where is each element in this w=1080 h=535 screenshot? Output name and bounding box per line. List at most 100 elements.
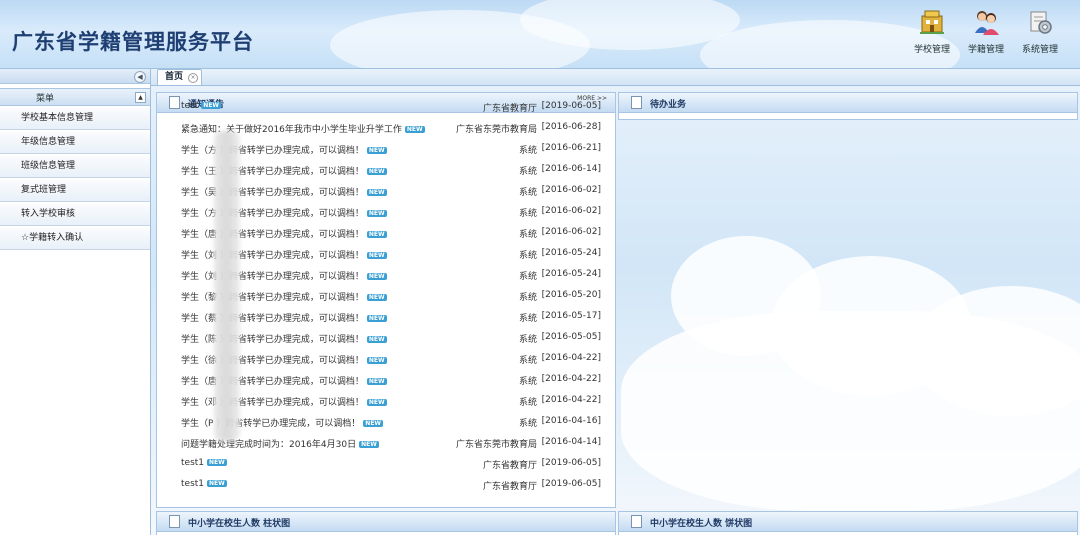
notice-date: [2016-06-14]: [541, 164, 601, 174]
notice-title[interactable]: test1 NEW: [181, 479, 227, 489]
chevron-up-icon[interactable]: ▲: [135, 92, 146, 103]
new-badge: NEW: [366, 336, 387, 343]
notice-title-text: 紧急通知：关于做好2016年我市中小学生毕业升学工作: [181, 125, 402, 135]
close-tab-icon[interactable]: ×: [188, 73, 199, 83]
new-badge: NEW: [366, 294, 387, 301]
pie-chart-panel: 中小学在校生人数 饼状图: [618, 511, 1078, 535]
new-badge: NEW: [366, 378, 387, 385]
app-title: 广东省学籍管理服务平台: [12, 29, 254, 54]
notice-title-text: 学生（黎 ）跨省转学已办理完成，可以调档！: [181, 293, 364, 303]
school-management-label: 学校管理: [913, 45, 950, 55]
notice-date: [2016-06-21]: [541, 143, 601, 153]
notice-source: 系统: [518, 188, 537, 198]
notice-date: [2016-05-20]: [541, 290, 601, 300]
notice-title[interactable]: 学生（刘 ）跨省转学已办理完成，可以调档！ NEW: [181, 269, 387, 282]
notice-source: 系统: [518, 419, 537, 429]
notice-date: [2016-06-02]: [541, 185, 601, 195]
notice-title-text: 学生（方 ）跨省转学已办理完成，可以调档！: [181, 209, 364, 219]
notice-date: [2016-04-22]: [541, 395, 601, 405]
notice-date: [2016-06-28]: [541, 122, 601, 132]
notice-source: 广东省教育厅: [482, 482, 537, 492]
notice-date: [2016-05-17]: [541, 311, 601, 321]
sidebar-item-multigrade-class[interactable]: 复式班管理: [0, 180, 150, 202]
bar-chart-panel-header: 中小学在校生人数 柱状图: [157, 512, 615, 532]
background-cloud: [621, 311, 1080, 511]
notice-title-text: 学生（刘 ）跨省转学已办理完成，可以调档！: [181, 251, 364, 261]
notice-title[interactable]: 学生（蔡 ）跨省转学已办理完成，可以调档！ NEW: [181, 311, 387, 324]
new-badge: NEW: [366, 252, 387, 259]
notice-date: [2016-04-16]: [541, 416, 601, 426]
notice-title[interactable]: 学生（邓 ）跨省转学已办理完成，可以调档！ NEW: [181, 395, 387, 408]
notice-title[interactable]: 学生（唐 ）跨省转学已办理完成，可以调档！ NEW: [181, 374, 387, 387]
notice-date: [2019-06-05]: [541, 479, 601, 489]
notice-title[interactable]: test1 NEW: [181, 458, 227, 468]
menu-header[interactable]: 菜单 ▲: [0, 88, 150, 106]
student-management-button[interactable]: 学籍管理: [966, 8, 1006, 55]
notice-title[interactable]: 学生（唐 ）跨省转学已办理完成，可以调档！ NEW: [181, 227, 387, 240]
notice-title[interactable]: 学生（王 ）跨省转学已办理完成，可以调档！ NEW: [181, 164, 387, 177]
todo-panel-header: 待办业务: [619, 93, 1077, 113]
notice-source: 广东省教育厅: [482, 461, 537, 471]
sidebar-item-grade-info[interactable]: 年级信息管理: [0, 132, 150, 154]
student-management-label: 学籍管理: [967, 45, 1004, 55]
notice-row[interactable]: test NEW 广东省教育厅 [2019-06-05]: [157, 96, 615, 117]
notice-source: 系统: [518, 146, 537, 156]
new-badge: NEW: [366, 399, 387, 406]
notice-title[interactable]: 问题学籍处理完成时间为：2016年4月30日 NEW: [181, 437, 379, 450]
todo-panel-title: 待办业务: [650, 100, 687, 110]
notice-source: 系统: [518, 272, 537, 282]
notice-title-text: 学生（唐 ）跨省转学已办理完成，可以调档！: [181, 230, 364, 240]
pie-chart-panel-header: 中小学在校生人数 饼状图: [619, 512, 1077, 532]
system-management-button[interactable]: 系统管理: [1020, 8, 1060, 55]
notice-source: 广东省东莞市教育局: [455, 440, 537, 450]
notice-source: 系统: [518, 251, 537, 261]
notice-title-text: 学生（陈 ）跨省转学已办理完成，可以调档！: [181, 335, 364, 345]
notice-source: 系统: [518, 314, 537, 324]
document-icon: [631, 515, 642, 528]
app-header: 广东省学籍管理服务平台 学校管理 学籍管理 系统管理: [0, 0, 1080, 69]
school-management-button[interactable]: 学校管理: [912, 8, 952, 55]
notice-title-text: 问题学籍处理完成时间为：2016年4月30日: [181, 440, 357, 450]
notice-title[interactable]: 学生（方 ）跨省转学已办理完成，可以调档！ NEW: [181, 143, 387, 156]
new-badge: NEW: [359, 441, 379, 448]
notice-source: 广东省东莞市教育局: [455, 125, 537, 135]
new-badge: NEW: [366, 147, 387, 154]
notice-title[interactable]: 学生（刘 ）跨省转学已办理完成，可以调档！ NEW: [181, 248, 387, 261]
notice-title-text: 学生（方 ）跨省转学已办理完成，可以调档！: [181, 146, 364, 156]
notice-title-text: 学生（徐 ）跨省转学已办理完成，可以调档！: [181, 356, 364, 366]
new-badge: NEW: [207, 480, 227, 487]
new-badge: NEW: [404, 126, 425, 133]
sidebar-item-transfer-in-confirm[interactable]: ☆学籍转入确认: [0, 228, 150, 250]
notice-title[interactable]: 学生（黎 ）跨省转学已办理完成，可以调档！ NEW: [181, 290, 387, 303]
new-badge: NEW: [366, 189, 387, 196]
notice-title-text: 学生（王 ）跨省转学已办理完成，可以调档！: [181, 167, 364, 177]
new-badge: NEW: [207, 459, 227, 466]
tab-home-label: 首页: [165, 72, 184, 82]
notice-date: [2016-06-02]: [541, 206, 601, 216]
notice-date: [2016-06-02]: [541, 227, 601, 237]
tab-bar: 首页 ×: [151, 69, 1080, 86]
sidebar-item-transfer-in-review[interactable]: 转入学校审核: [0, 204, 150, 226]
notice-row[interactable]: test1 NEW 广东省教育厅 [2019-06-05]: [157, 453, 615, 474]
notice-title-text: 学生（邓 ）跨省转学已办理完成，可以调档！: [181, 398, 364, 408]
notice-title-text: 学生（唐 ）跨省转学已办理完成，可以调档！: [181, 377, 364, 387]
notice-title[interactable]: test NEW: [181, 101, 222, 111]
notice-title[interactable]: 学生（方 ）跨省转学已办理完成，可以调档！ NEW: [181, 206, 387, 219]
notice-title-text: test1: [181, 479, 205, 489]
notice-date: [2016-04-14]: [541, 437, 601, 447]
notice-row[interactable]: test1 NEW 广东省教育厅 [2019-06-05]: [157, 474, 615, 495]
tab-home[interactable]: 首页 ×: [157, 69, 203, 85]
notice-source: 系统: [518, 230, 537, 240]
sidebar-item-school-info[interactable]: 学校基本信息管理: [0, 108, 150, 130]
notice-date: [2016-04-22]: [541, 374, 601, 384]
notice-title[interactable]: 学生（吴 ）跨省转学已办理完成，可以调档！ NEW: [181, 185, 387, 198]
school-building-icon: [920, 10, 944, 34]
new-badge: NEW: [366, 210, 387, 217]
collapse-sidebar-icon[interactable]: ◀: [134, 71, 146, 83]
notice-title[interactable]: 学生（P ）跨省转学已办理完成，可以调档！ NEW: [181, 416, 384, 429]
sidebar-item-class-info[interactable]: 班级信息管理: [0, 156, 150, 178]
notice-title[interactable]: 学生（徐 ）跨省转学已办理完成，可以调档！ NEW: [181, 353, 387, 366]
notice-source: 系统: [518, 209, 537, 219]
notice-title[interactable]: 学生（陈 ）跨省转学已办理完成，可以调档！ NEW: [181, 332, 387, 345]
notice-title-text: 学生（刘 ）跨省转学已办理完成，可以调档！: [181, 272, 364, 282]
